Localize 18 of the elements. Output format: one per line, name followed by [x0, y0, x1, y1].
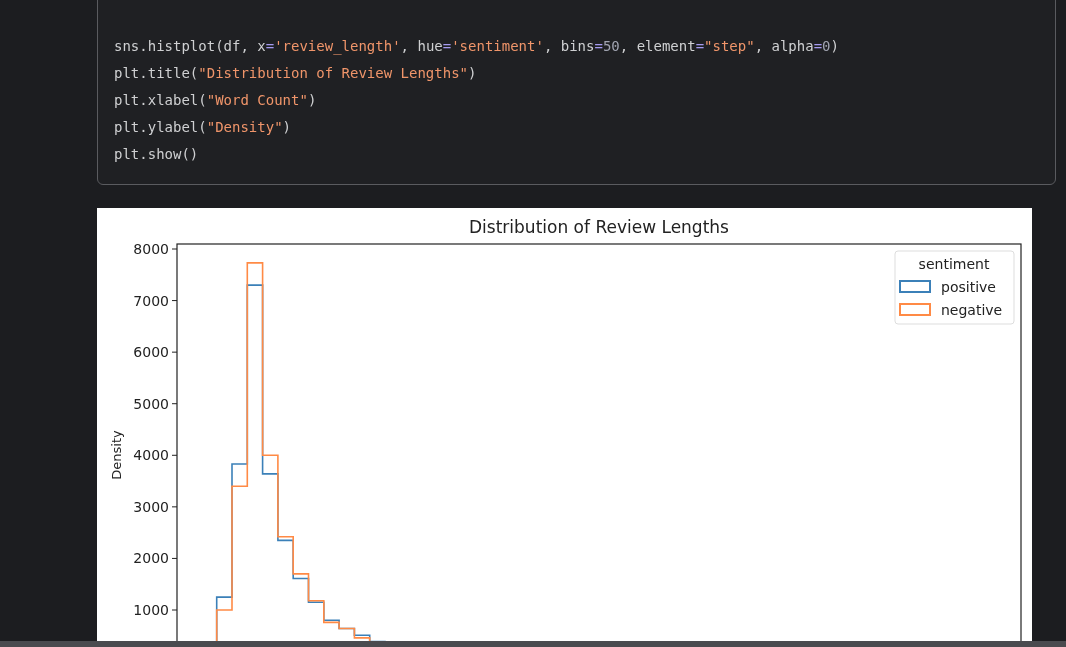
y-axis-label: Density: [109, 430, 124, 480]
legend-title: sentiment: [918, 256, 990, 272]
y-tick-label: 4000: [133, 447, 169, 464]
y-tick-label: 6000: [133, 344, 169, 361]
code-line: plt.xlabel("Word Count"): [114, 91, 317, 110]
code-line: plt.ylabel("Density"): [114, 118, 291, 137]
code-line: plt.show(): [114, 145, 199, 164]
y-tick-label: 7000: [133, 292, 169, 309]
code-line: plt.title("Distribution of Review Lengths"): [114, 64, 477, 83]
code-line: sns.histplot(df, x='review_length', hue='sentiment', bins=50, element="step", alpha=0): [114, 37, 839, 57]
y-tick-label: 5000: [133, 395, 169, 412]
y-tick-label: 8000: [133, 241, 169, 257]
y-tick-label: 1000: [133, 602, 169, 618]
legend-label: negative: [941, 302, 1003, 318]
y-tick-label: 3000: [133, 498, 169, 515]
legend-label: positive: [941, 279, 996, 295]
chart-title: Distribution of Review Lengths: [469, 217, 729, 237]
y-tick-label: 2000: [133, 550, 169, 567]
